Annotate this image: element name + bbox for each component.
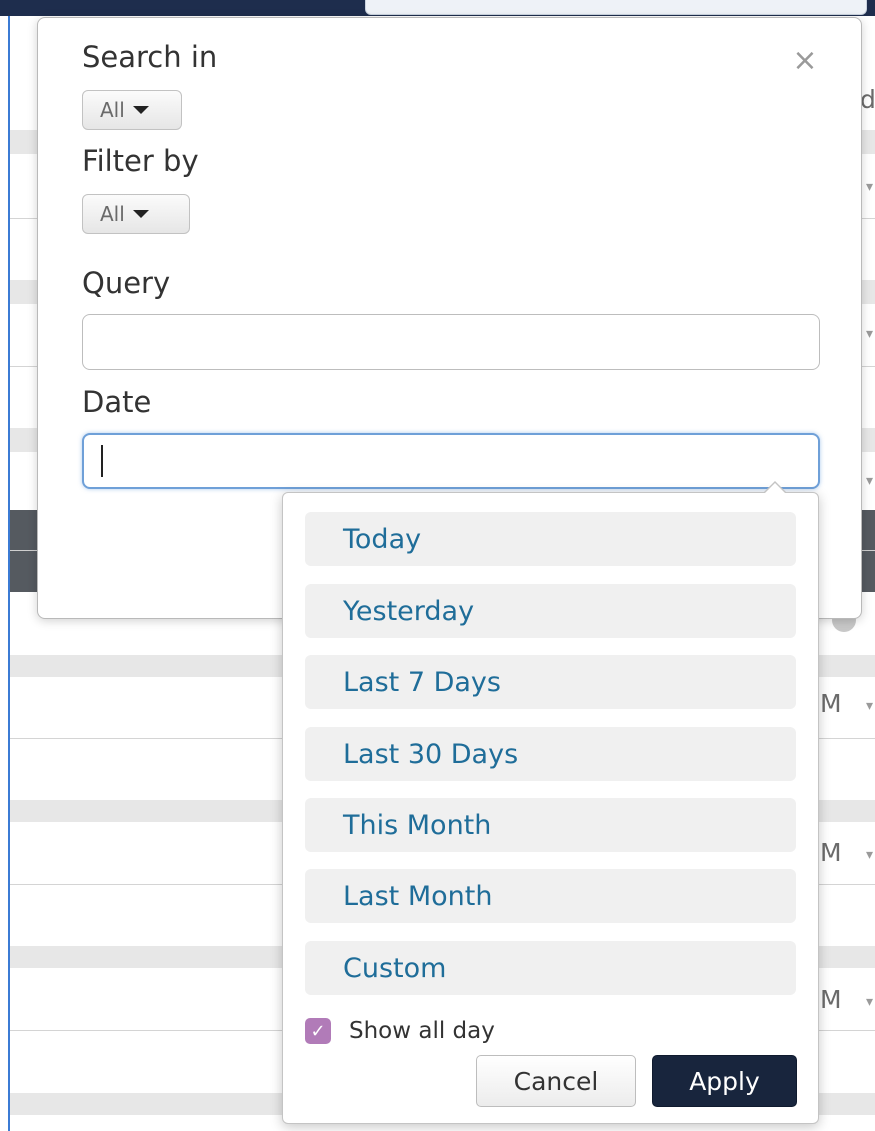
caret-down-icon [132, 106, 149, 114]
show-all-day-row: ✓ Show all day [305, 1018, 495, 1044]
checkmark-icon: ✓ [310, 1020, 326, 1042]
range-last-7-days[interactable]: Last 7 Days [305, 655, 796, 709]
search-in-dropdown[interactable]: All [82, 90, 182, 130]
range-today[interactable]: Today [305, 512, 796, 566]
row-text-fragment: M [820, 838, 842, 867]
caret-down-icon [132, 210, 149, 218]
text-cursor [101, 445, 103, 477]
range-last-30-days[interactable]: Last 30 Days [305, 727, 796, 781]
chevron-down-icon[interactable]: ▾ [866, 993, 873, 1010]
range-yesterday[interactable]: Yesterday [305, 584, 796, 638]
filter-by-label: Filter by [82, 144, 199, 178]
range-custom[interactable]: Custom [305, 941, 796, 995]
date-input[interactable] [82, 433, 820, 489]
chevron-down-icon[interactable]: ▾ [866, 472, 873, 489]
search-in-label: Search in [82, 40, 218, 74]
range-this-month[interactable]: This Month [305, 798, 796, 852]
chevron-down-icon[interactable]: ▾ [866, 178, 873, 195]
row-text-fragment: M [820, 689, 842, 718]
date-label: Date [82, 385, 152, 419]
show-all-day-label: Show all day [349, 1018, 495, 1044]
filter-by-value: All [100, 202, 125, 226]
search-in-value: All [100, 98, 125, 122]
chevron-down-icon[interactable]: ▾ [866, 697, 873, 714]
range-last-month[interactable]: Last Month [305, 869, 796, 923]
row-text-fragment: M [820, 985, 842, 1014]
row-text-fragment: d [860, 85, 875, 114]
apply-button[interactable]: Apply [652, 1055, 797, 1107]
cancel-button[interactable]: Cancel [476, 1055, 636, 1107]
query-label: Query [82, 266, 171, 300]
filter-by-dropdown[interactable]: All [82, 194, 190, 234]
show-all-day-checkbox[interactable]: ✓ [305, 1018, 331, 1044]
query-input[interactable] [82, 314, 820, 370]
date-range-picker: Today Yesterday Last 7 Days Last 30 Days… [282, 481, 819, 1124]
chevron-down-icon[interactable]: ▾ [866, 325, 873, 342]
top-tab[interactable] [365, 0, 867, 15]
close-icon[interactable]: × [790, 46, 820, 76]
chevron-down-icon[interactable]: ▾ [866, 846, 873, 863]
